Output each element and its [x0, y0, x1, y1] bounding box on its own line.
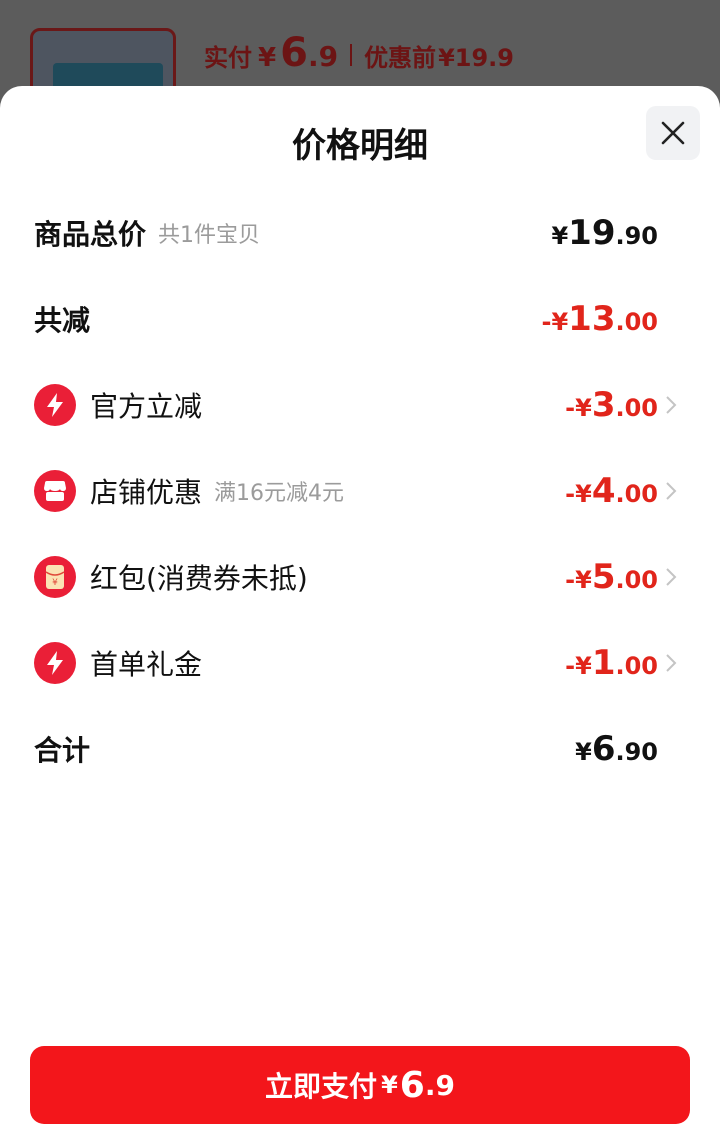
- amount-int: 19: [568, 213, 616, 253]
- svg-text:¥: ¥: [52, 578, 58, 588]
- amount-int: 5: [591, 557, 616, 597]
- item-total-amount: ¥ 19 .90: [551, 213, 658, 253]
- currency: -¥: [565, 566, 592, 594]
- amount-int: 4: [591, 471, 616, 511]
- store-discount-rule: 满16元减4元: [214, 481, 345, 506]
- currency: -¥: [565, 394, 592, 422]
- store-discount-label: 店铺优惠: [90, 476, 203, 509]
- currency: -¥: [541, 308, 569, 336]
- chevron-right-icon: [666, 568, 677, 586]
- store-icon: [34, 470, 76, 512]
- background-price: 实付 ¥ 6 .9 优惠前 ¥19.9: [204, 30, 514, 80]
- close-icon: [661, 121, 685, 145]
- total-discount-label: 共减: [34, 304, 91, 337]
- amount-dec: .00: [615, 308, 658, 336]
- amount-dec: .90: [615, 222, 658, 250]
- pay-amount-dec: .9: [424, 1068, 455, 1102]
- amount-dec: .00: [615, 566, 658, 594]
- original-price: ¥19.9: [438, 44, 514, 72]
- sum-label: 合计: [34, 734, 91, 767]
- row-store-discount[interactable]: 店铺优惠 满16元减4元 -¥ 4 .00: [0, 448, 720, 534]
- row-red-envelope[interactable]: ¥ 红包(消费券未抵) -¥ 5 .00: [0, 534, 720, 620]
- lightning-icon: [34, 642, 76, 684]
- row-total-discount: 共减 -¥ 13 .00: [0, 276, 720, 362]
- total-discount-amount: -¥ 13 .00: [541, 299, 658, 339]
- paid-currency: ¥: [258, 43, 277, 73]
- amount-dec: .00: [615, 480, 658, 508]
- first-order-gift-amount: -¥ 1 .00: [565, 643, 658, 683]
- official-discount-amount: -¥ 3 .00: [565, 385, 658, 425]
- paid-label: 实付: [204, 44, 252, 72]
- amount-dec: .00: [615, 394, 658, 422]
- currency: ¥: [575, 738, 592, 766]
- row-item-total: 商品总价 共1件宝贝 ¥ 19 .90: [0, 190, 720, 276]
- pay-amount-int: 6: [399, 1064, 425, 1106]
- row-first-order-gift[interactable]: 首单礼金 -¥ 1 .00: [0, 620, 720, 706]
- official-discount-label: 官方立减: [90, 390, 203, 423]
- amount-dec: .90: [615, 738, 658, 766]
- amount-int: 6: [591, 729, 616, 769]
- item-total-label: 商品总价: [34, 218, 147, 251]
- close-button[interactable]: [646, 106, 700, 160]
- lightning-icon: [34, 384, 76, 426]
- chevron-right-icon: [666, 482, 677, 500]
- original-label: 优惠前: [364, 44, 437, 72]
- sheet-title: 价格明细: [292, 126, 428, 166]
- red-envelope-icon: ¥: [34, 556, 76, 598]
- paid-price-dec: .9: [307, 40, 339, 73]
- first-order-gift-label: 首单礼金: [90, 648, 203, 681]
- store-discount-amount: -¥ 4 .00: [565, 471, 658, 511]
- row-official-discount[interactable]: 官方立减 -¥ 3 .00: [0, 362, 720, 448]
- chevron-right-icon: [666, 396, 677, 414]
- amount-dec: .00: [615, 652, 658, 680]
- paid-price-int: 6: [280, 30, 308, 76]
- sum-amount: ¥ 6 .90: [575, 729, 658, 769]
- amount-int: 3: [591, 385, 616, 425]
- item-count: 共1件宝贝: [158, 223, 261, 248]
- amount-int: 1: [591, 643, 616, 683]
- price-detail-sheet: 价格明细 商品总价 共1件宝贝 ¥ 19 .90 共减 -¥ 13 .00 官方…: [0, 86, 720, 1148]
- price-rows: 商品总价 共1件宝贝 ¥ 19 .90 共减 -¥ 13 .00 官方立减 -¥…: [0, 190, 720, 792]
- amount-int: 13: [568, 299, 616, 339]
- currency: ¥: [551, 222, 569, 250]
- pay-now-button[interactable]: 立即支付 ¥ 6 .9: [30, 1046, 690, 1124]
- pay-currency: ¥: [381, 1071, 398, 1099]
- pay-now-label: 立即支付: [265, 1070, 378, 1103]
- currency: -¥: [565, 652, 592, 680]
- row-sum: 合计 ¥ 6 .90: [0, 706, 720, 792]
- red-envelope-amount: -¥ 5 .00: [565, 557, 658, 597]
- chevron-right-icon: [666, 654, 677, 672]
- price-separator: [350, 44, 353, 66]
- currency: -¥: [565, 480, 592, 508]
- red-envelope-label: 红包(消费券未抵): [90, 562, 308, 595]
